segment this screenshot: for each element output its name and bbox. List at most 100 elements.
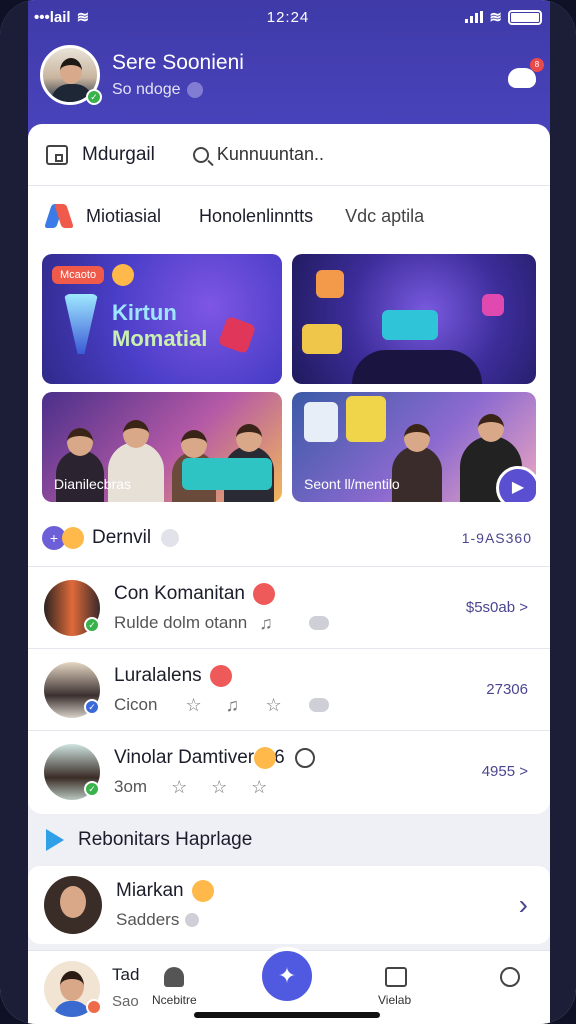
device-frame-right [550, 0, 576, 1024]
comment-icon [309, 697, 330, 712]
section-title: Dernvil [92, 527, 152, 548]
emoji-icon [62, 527, 84, 549]
list-item[interactable]: ✓ Vinolar Damtiver 6 3om ☆ ☆ ☆ 4955 > [28, 730, 550, 812]
profile-name: Sere Soonieni [112, 51, 244, 74]
section-value[interactable]: 1-9AS360 [462, 530, 532, 546]
verified-icon: ✓ [84, 699, 100, 715]
comment-icon [309, 615, 330, 630]
brand-icon [44, 203, 74, 229]
media-tile-4[interactable]: Seont ll/mentilo ▶ [292, 392, 536, 502]
me-name: Tad [112, 965, 140, 984]
list-item-title: Vinolar Damtiver [114, 746, 255, 768]
section-tab-2[interactable]: Honolenlinntts [199, 206, 313, 227]
search-label: Kunnuuntan.. [216, 144, 324, 164]
section-tab-3[interactable]: Vdc aptila [345, 206, 424, 227]
trophy-icon [64, 294, 98, 354]
section-header: + Dernvil 1-9AS360 [42, 524, 536, 552]
tile-caption: Dianilecbras [54, 476, 132, 492]
top-tabs: Mdurgail Kunnuuntan.. [28, 124, 550, 186]
emoji-icon [252, 582, 275, 605]
list-item[interactable]: ✓ Con Komanitan Rulde dolm otann ♫ $5s0a… [28, 566, 550, 648]
section-tabs: Miotiasial Honolenlinntts Vdc aptila [28, 186, 550, 246]
smile-icon [294, 747, 315, 768]
play-button[interactable]: ▶ [496, 466, 536, 502]
recommended-item[interactable]: Miarkan Sadders › [28, 866, 550, 944]
nav-tab-chat[interactable] [498, 965, 522, 993]
emoji-icon [209, 664, 232, 687]
tab-home[interactable]: Mdurgail [46, 144, 155, 166]
messages-button[interactable]: 8 [508, 58, 544, 88]
nav-label: Vielab [378, 993, 412, 1007]
home-icon [46, 144, 68, 165]
list-item-title: Con Komanitan [114, 582, 245, 604]
avatar [44, 876, 102, 934]
create-fab-button[interactable]: ✦ [258, 947, 316, 1005]
list-item-subtitle: Rulde dolm otann [114, 612, 248, 632]
tile-title-line2: Momatial [112, 326, 208, 351]
device-frame-left [0, 0, 28, 1024]
main-card: Mdurgail Kunnuuntan.. Miotiasial Honolen… [28, 124, 550, 814]
recommended-subtitle: Sadders [116, 910, 180, 929]
emoji-icon [191, 880, 214, 902]
list-item-subtitle: Cicon [114, 694, 158, 714]
clock: 12:24 [266, 8, 310, 26]
carrier-label: •••lail [34, 8, 71, 26]
verified-icon: ✓ [86, 89, 102, 105]
tile-caption: Seont ll/mentilo [304, 476, 400, 492]
verified-icon: ✓ [84, 617, 100, 633]
nav-tab-videos[interactable]: Vielab [378, 965, 411, 1007]
profile-status: So ndoge [112, 81, 181, 98]
status-icon [185, 913, 200, 927]
media-tile-2[interactable] [292, 254, 536, 384]
battery-icon [508, 9, 542, 25]
chat-bubble-icon [498, 965, 522, 989]
list-item-title: Luralalens [114, 664, 202, 686]
info-icon[interactable] [161, 529, 180, 547]
tile-title-line1: Kirtun [112, 300, 177, 325]
play-icon [46, 829, 64, 851]
media-tile-3[interactable]: Dianilecbras [42, 392, 282, 502]
community-list: ✓ Con Komanitan Rulde dolm otann ♫ $5s0a… [28, 566, 550, 812]
home-indicator[interactable] [194, 1012, 380, 1018]
recommended-header: Rebonitars Haprlage [28, 820, 550, 860]
recommended-title: Rebonitars Haprlage [78, 829, 253, 850]
emoji-icon [254, 746, 277, 769]
status-icon [186, 82, 203, 98]
recommended-name: Miarkan [116, 880, 184, 901]
crowd [352, 350, 482, 384]
star-icon: ☆ [171, 776, 188, 797]
list-item-meta[interactable]: 4955 > [482, 763, 528, 780]
section-tab-1[interactable]: Miotiasial [86, 206, 161, 227]
phone-screen: •••lail ≋ 12:24 ≋ ✓ Sere Soonieni So ndo… [0, 0, 576, 1024]
bell-icon [162, 965, 186, 989]
tile-pill: Mcaoto [52, 266, 105, 284]
list-item-subtitle: 3om [114, 776, 148, 796]
star-icon: ☆ [265, 694, 282, 715]
status-bar: •••lail ≋ 12:24 ≋ [34, 6, 542, 28]
search-icon [192, 146, 209, 163]
profile-block[interactable]: ✓ Sere Soonieni So ndoge [40, 45, 244, 105]
media-tile-1[interactable]: Mcaoto Kirtun Momatial [42, 254, 282, 384]
me-sub: Sao [112, 993, 139, 1010]
list-item[interactable]: ✓ Luralalens Cicon ☆ ♫ ☆ 27306 [28, 648, 550, 730]
wifi-icon-right: ≋ [489, 9, 502, 26]
emoji-icon [112, 264, 134, 286]
search-tab[interactable]: Kunnuuntan.. [192, 144, 324, 165]
media-grid: Mcaoto Kirtun Momatial Dianilecbras Seon… [42, 254, 536, 502]
signal-icon [465, 11, 484, 23]
chevron-right-icon[interactable]: › [519, 889, 528, 921]
star-icon: ☆ [251, 776, 268, 797]
nav-label: Ncebitre [152, 993, 197, 1007]
nav-tab-activity[interactable]: Ncebitre [152, 965, 197, 1007]
location-pin-icon: ✦ [277, 963, 297, 988]
chat-icon [508, 68, 536, 88]
notification-badge: 8 [530, 58, 544, 72]
cube-icon [217, 315, 257, 355]
list-item-meta[interactable]: 27306 [486, 681, 528, 698]
tab-home-label: Mdurgail [82, 143, 155, 165]
attachment-icon: ♫ [259, 612, 273, 633]
app-header: •••lail ≋ 12:24 ≋ ✓ Sere Soonieni So ndo… [0, 0, 576, 140]
verified-icon: ✓ [84, 781, 100, 797]
status-dot-icon [86, 999, 102, 1015]
list-item-meta[interactable]: $5s0ab > [466, 599, 528, 616]
